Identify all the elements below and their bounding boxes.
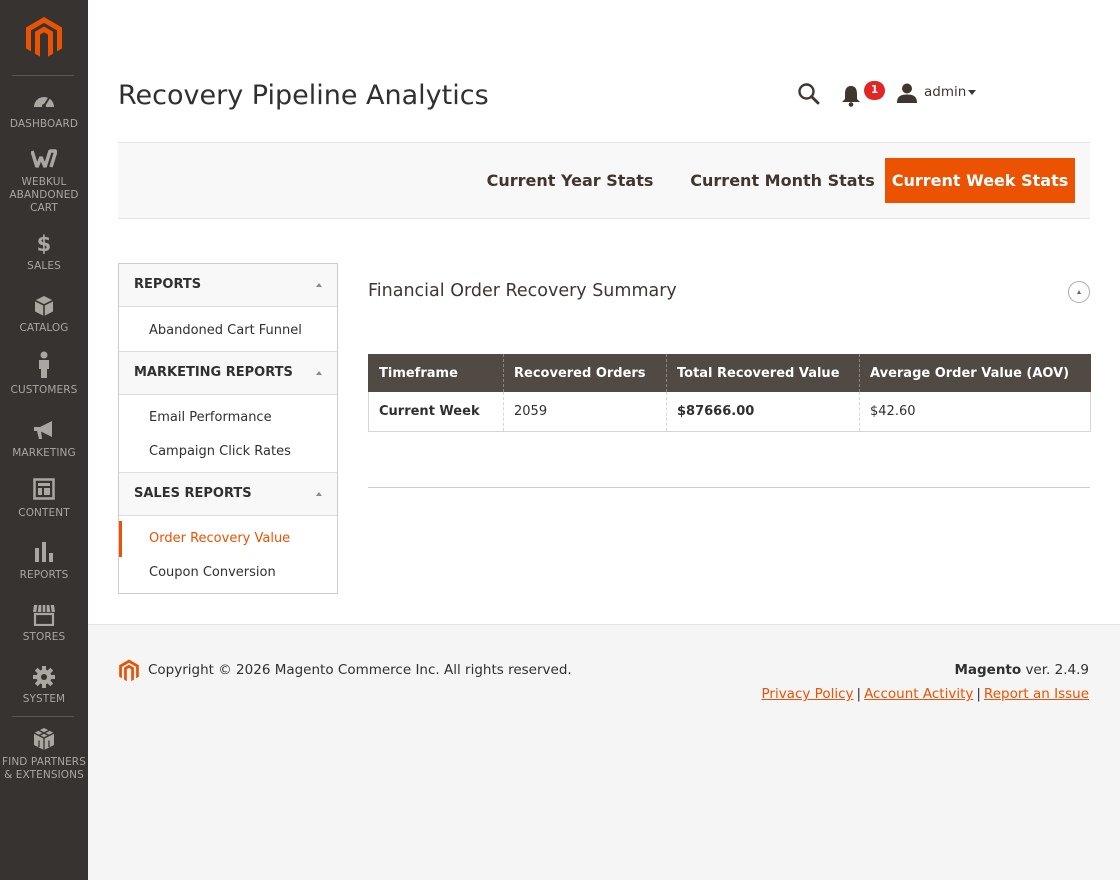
column-header[interactable]: Recovered Orders xyxy=(503,354,667,392)
sidebar-item-label: SALES xyxy=(27,260,61,272)
person-icon xyxy=(0,351,88,381)
nav-link-campaign-click-rates[interactable]: Campaign Click Rates xyxy=(119,438,337,466)
nav-link-label: Coupon Conversion xyxy=(149,565,276,580)
section-collapse-button[interactable] xyxy=(1068,281,1090,303)
nav-link-coupon-conversion[interactable]: Coupon Conversion xyxy=(119,559,337,587)
dollar-icon: $ xyxy=(36,232,52,256)
user-icon xyxy=(897,83,917,103)
search-icon xyxy=(798,83,820,105)
gear-icon xyxy=(0,666,88,690)
sidebar-item-label: CATALOG xyxy=(19,322,69,334)
megaphone-icon xyxy=(0,420,88,444)
nav-link-label: Order Recovery Value xyxy=(149,531,291,546)
table-header-row: Timeframe Recovered Orders Total Recover… xyxy=(368,354,1091,392)
sidebar-item-stores[interactable]: STORES xyxy=(0,604,88,644)
version-text: Magento ver. 2.4.9 xyxy=(954,662,1089,678)
sidebar-item-catalog[interactable]: CATALOG xyxy=(0,295,88,335)
sidebar-divider xyxy=(12,75,74,76)
bar-chart-icon xyxy=(0,540,88,566)
sidebar-item-label: CUSTOMERS xyxy=(10,384,78,396)
timeframe-cell: Current Week xyxy=(368,392,504,432)
sales-reports-group-header[interactable]: SALES REPORTS xyxy=(119,473,337,516)
store-icon xyxy=(0,604,88,628)
nav-link-email-performance[interactable]: Email Performance xyxy=(119,404,337,432)
sidebar-divider xyxy=(12,716,74,717)
nav-link-order-recovery-value[interactable]: Order Recovery Value xyxy=(119,521,337,557)
sidebar-item-label: STORES xyxy=(22,631,66,643)
current-year-stats-button[interactable]: Current Year Stats xyxy=(480,158,660,203)
column-header[interactable]: Average Order Value (AOV) xyxy=(859,354,1091,392)
dashboard-icon xyxy=(0,91,88,115)
table-row: Current Week 2059 $87666.00 $42.60 xyxy=(368,392,1091,432)
bell-icon xyxy=(842,86,860,107)
sidebar-item-system[interactable]: SYSTEM xyxy=(0,666,88,706)
sidebar-item-dashboard[interactable]: DASHBOARD xyxy=(0,91,88,131)
magento-footer-logo xyxy=(119,659,139,682)
sidebar-item-label: SYSTEM xyxy=(22,693,66,705)
sidebar-item-webkul-abandoned-cart[interactable]: WEBKUL ABANDONED CART xyxy=(0,149,88,215)
blocks-icon xyxy=(0,727,88,753)
column-header[interactable]: Total Recovered Value xyxy=(666,354,860,392)
chevron-down-icon xyxy=(968,90,976,95)
sidebar-item-content[interactable]: CONTENT xyxy=(0,478,88,520)
total-recovered-value-cell: $87666.00 xyxy=(666,392,860,432)
group-title: MARKETING REPORTS xyxy=(134,365,293,380)
sidebar-item-label: WEBKUL ABANDONED CART xyxy=(9,176,79,214)
separator: | xyxy=(856,686,862,702)
nav-link-abandoned-cart-funnel[interactable]: Abandoned Cart Funnel xyxy=(119,317,337,345)
sidebar-item-label: DASHBOARD xyxy=(9,118,79,130)
magento-logo[interactable] xyxy=(24,16,64,60)
recovery-summary-table: Timeframe Recovered Orders Total Recover… xyxy=(368,354,1091,432)
footer-links: Privacy Policy | Account Activity | Report a… xyxy=(761,686,1089,702)
sidebar-item-sales[interactable]: $ SALES xyxy=(0,233,88,273)
webkul-icon xyxy=(0,149,88,173)
content-divider xyxy=(368,487,1090,488)
section-title: Financial Order Recovery Summary xyxy=(368,281,677,301)
group-title: SALES REPORTS xyxy=(134,486,252,501)
sidebar-item-label: CONTENT xyxy=(18,507,70,519)
cube-icon xyxy=(0,295,88,319)
sidebar-item-label: REPORTS xyxy=(19,569,69,581)
group-title: REPORTS xyxy=(134,277,202,292)
nav-link-label: Email Performance xyxy=(149,410,272,425)
aov-cell: $42.60 xyxy=(859,392,1091,432)
admin-user-menu[interactable]: admin xyxy=(897,82,992,104)
sidebar-item-find-partners[interactable]: FIND PARTNERS & EXTENSIONS xyxy=(0,727,88,782)
nav-link-label: Abandoned Cart Funnel xyxy=(149,323,302,338)
collapse-arrow-icon xyxy=(316,283,322,287)
sidebar-item-marketing[interactable]: MARKETING xyxy=(0,420,88,460)
sidebar-item-label: FIND PARTNERS & EXTENSIONS xyxy=(2,756,86,781)
sidebar-item-label: MARKETING xyxy=(12,447,76,459)
column-header[interactable]: Timeframe xyxy=(368,354,504,392)
stats-toolbar: Current Year Stats Current Month Stats C… xyxy=(118,142,1090,219)
marketing-reports-group-header[interactable]: MARKETING REPORTS xyxy=(119,352,337,395)
username: admin xyxy=(924,84,967,100)
current-week-stats-button[interactable]: Current Week Stats xyxy=(885,158,1075,203)
report-navigation: REPORTS Abandoned Cart Funnel MARKETING … xyxy=(118,263,338,594)
footer-divider xyxy=(88,624,1120,625)
current-month-stats-button[interactable]: Current Month Stats xyxy=(680,158,885,203)
collapse-arrow-icon xyxy=(316,492,322,496)
nav-link-label: Campaign Click Rates xyxy=(149,444,291,459)
notification-count-badge: 1 xyxy=(864,81,885,100)
recovered-orders-cell: 2059 xyxy=(503,392,667,432)
copyright-text: Copyright © 2026 Magento Commerce Inc. A… xyxy=(148,662,572,678)
account-activity-link[interactable]: Account Activity xyxy=(864,686,973,702)
sidebar-item-customers[interactable]: CUSTOMERS xyxy=(0,351,88,397)
page-title: Recovery Pipeline Analytics xyxy=(118,80,489,111)
search-button[interactable] xyxy=(797,82,821,106)
sidebar-item-reports[interactable]: REPORTS xyxy=(0,540,88,582)
version-number: ver. 2.4.9 xyxy=(1021,662,1089,678)
report-issue-link[interactable]: Report an Issue xyxy=(984,686,1089,702)
separator: | xyxy=(976,686,981,702)
privacy-policy-link[interactable]: Privacy Policy xyxy=(761,686,853,702)
collapse-arrow-icon xyxy=(316,371,322,375)
brand-name: Magento xyxy=(954,662,1022,678)
layout-icon xyxy=(0,478,88,504)
admin-sidebar: DASHBOARD WEBKUL ABANDONED CART $ SALES … xyxy=(0,0,88,880)
reports-group-header[interactable]: REPORTS xyxy=(119,264,337,307)
